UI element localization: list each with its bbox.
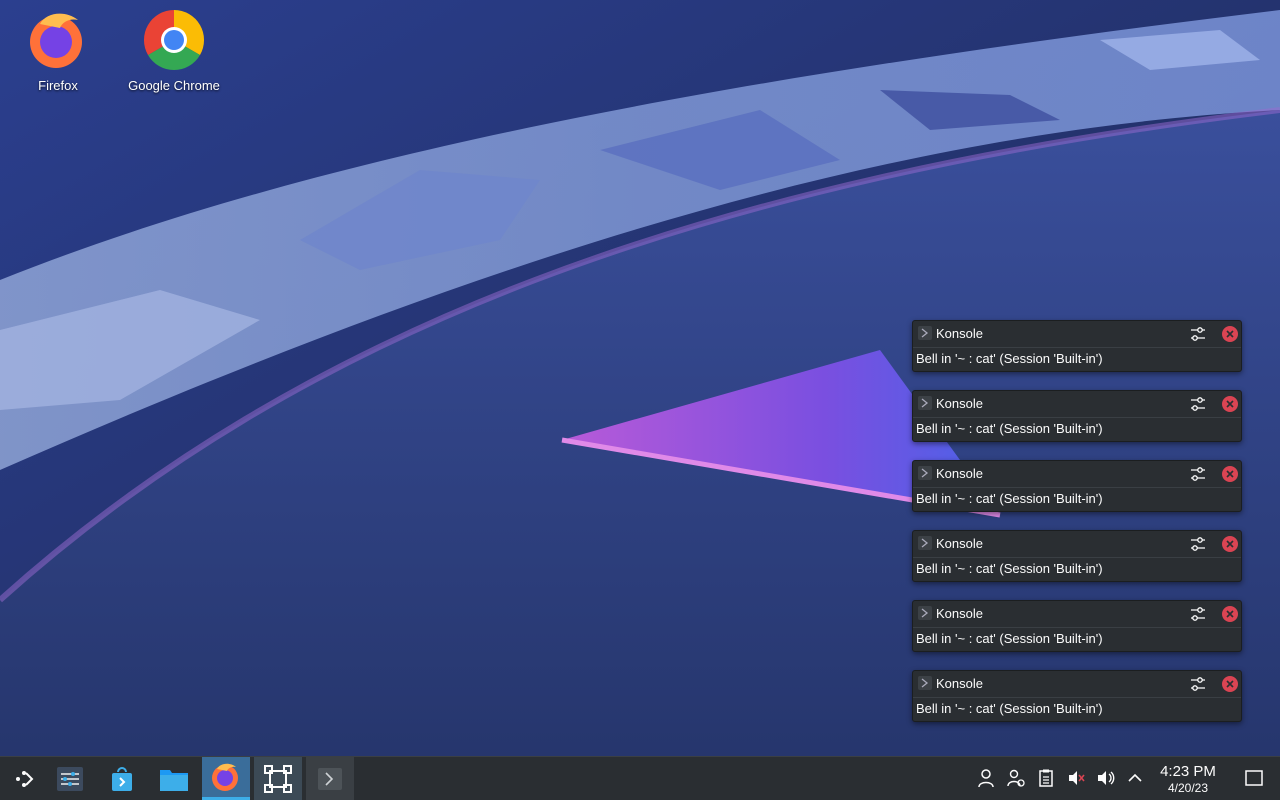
- discover-store-icon: [112, 766, 132, 791]
- notification-message: Bell in '~ : cat' (Session 'Built-in'): [916, 631, 1103, 646]
- notification-app-name: Konsole: [936, 326, 983, 341]
- configure-icon[interactable]: [1189, 325, 1207, 343]
- konsole-task-button[interactable]: [306, 757, 354, 800]
- firefox-task-button[interactable]: [202, 757, 250, 800]
- system-settings-button[interactable]: [46, 757, 94, 800]
- close-icon[interactable]: [1221, 675, 1239, 693]
- notification-popup[interactable]: Konsole Bell in '~ : cat' (Session 'Buil…: [912, 460, 1242, 512]
- notification-message: Bell in '~ : cat' (Session 'Built-in'): [916, 701, 1103, 716]
- notification-popup[interactable]: Konsole Bell in '~ : cat' (Session 'Buil…: [912, 320, 1242, 372]
- configure-icon[interactable]: [1189, 675, 1207, 693]
- notification-popup[interactable]: Konsole Bell in '~ : cat' (Session 'Buil…: [912, 670, 1242, 722]
- desktop-icon-label: Google Chrome: [128, 78, 220, 93]
- notification-message: Bell in '~ : cat' (Session 'Built-in'): [916, 351, 1103, 366]
- user-icon[interactable]: [976, 768, 996, 788]
- discover-store-button[interactable]: [98, 757, 146, 800]
- notification-popup[interactable]: Konsole Bell in '~ : cat' (Session 'Buil…: [912, 600, 1242, 652]
- digital-clock[interactable]: 4:23 PM 4/20/23: [1150, 763, 1226, 795]
- application-launcher-icon: [16, 770, 34, 787]
- konsole-icon: [918, 466, 932, 480]
- configure-icon[interactable]: [1189, 395, 1207, 413]
- system-settings-icon: [57, 766, 83, 791]
- desktop-firefox-shortcut[interactable]: Firefox: [3, 8, 113, 93]
- desktop-chrome-shortcut[interactable]: Google Chrome: [119, 8, 229, 93]
- notification-header: Konsole: [913, 321, 1241, 348]
- konsole-icon: [918, 676, 932, 690]
- window-manager-task-button[interactable]: [254, 757, 302, 800]
- close-icon[interactable]: [1221, 535, 1239, 553]
- notification-message: Bell in '~ : cat' (Session 'Built-in'): [916, 491, 1103, 506]
- notification-app-name: Konsole: [936, 466, 983, 481]
- close-icon[interactable]: [1221, 465, 1239, 483]
- notification-header: Konsole: [913, 671, 1241, 698]
- notification-app-name: Konsole: [936, 396, 983, 411]
- microphone-muted-icon[interactable]: [1066, 768, 1086, 788]
- configure-icon[interactable]: [1189, 605, 1207, 623]
- desktop-icon-label: Firefox: [38, 78, 78, 93]
- konsole-icon: [318, 767, 342, 790]
- taskbar: 4:23 PM 4/20/23: [0, 756, 1280, 800]
- notification-header: Konsole: [913, 461, 1241, 488]
- notification-app-name: Konsole: [936, 606, 983, 621]
- konsole-icon: [918, 396, 932, 410]
- chrome-icon: [142, 8, 206, 72]
- notification-header: Konsole: [913, 531, 1241, 558]
- window-manager-icon: [264, 764, 292, 793]
- user-switch-icon[interactable]: [1006, 768, 1026, 788]
- clock-time: 4:23 PM: [1160, 763, 1216, 780]
- notification-popup[interactable]: Konsole Bell in '~ : cat' (Session 'Buil…: [912, 530, 1242, 582]
- file-manager-icon: [160, 769, 188, 791]
- file-manager-button[interactable]: [150, 757, 198, 800]
- firefox-icon: [212, 763, 238, 791]
- konsole-icon: [918, 326, 932, 340]
- firefox-icon: [26, 8, 90, 72]
- volume-icon[interactable]: [1096, 768, 1116, 788]
- close-icon[interactable]: [1221, 325, 1239, 343]
- clock-date: 4/20/23: [1167, 781, 1209, 795]
- show-desktop-icon[interactable]: [1244, 768, 1264, 788]
- notification-message: Bell in '~ : cat' (Session 'Built-in'): [916, 561, 1103, 576]
- close-icon[interactable]: [1221, 605, 1239, 623]
- configure-icon[interactable]: [1189, 535, 1207, 553]
- konsole-icon: [918, 606, 932, 620]
- notification-message: Bell in '~ : cat' (Session 'Built-in'): [916, 421, 1103, 436]
- notification-header: Konsole: [913, 601, 1241, 628]
- close-icon[interactable]: [1221, 395, 1239, 413]
- konsole-icon: [918, 536, 932, 550]
- notification-app-name: Konsole: [936, 676, 983, 691]
- notification-header: Konsole: [913, 391, 1241, 418]
- notification-popup[interactable]: Konsole Bell in '~ : cat' (Session 'Buil…: [912, 390, 1242, 442]
- application-launcher-button[interactable]: [0, 757, 48, 800]
- notification-app-name: Konsole: [936, 536, 983, 551]
- chevron-up-icon[interactable]: [1125, 768, 1145, 788]
- clipboard-icon[interactable]: [1036, 768, 1056, 788]
- configure-icon[interactable]: [1189, 465, 1207, 483]
